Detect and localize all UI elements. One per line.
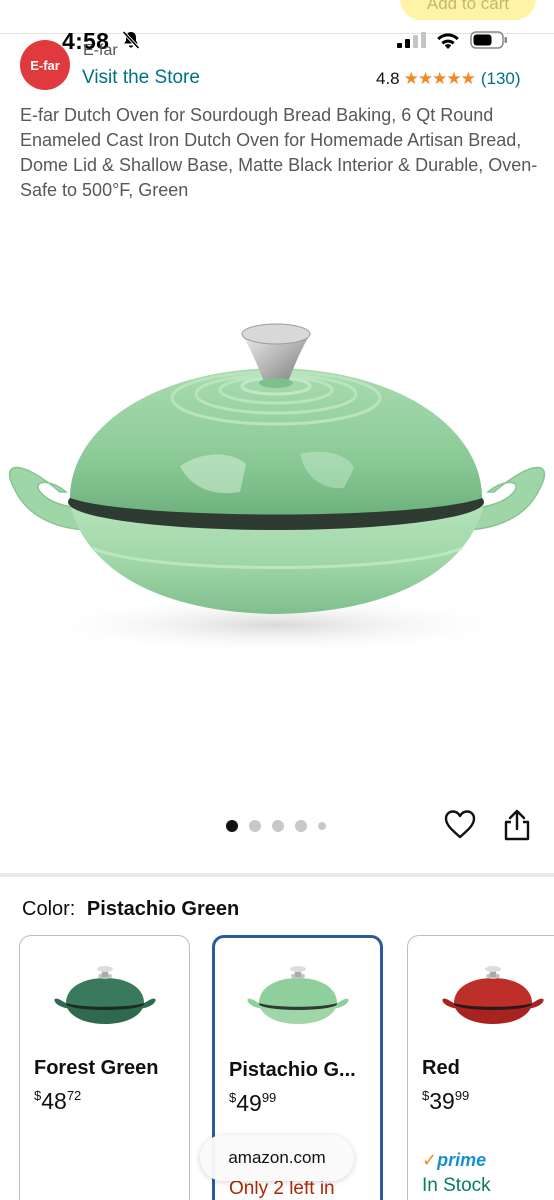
brand-name: E-far — [83, 42, 118, 59]
stock-status: Only 2 left in — [229, 1178, 335, 1199]
color-option-red[interactable]: Red $3999 ✓prime In Stock — [407, 935, 554, 1200]
star-rating-icon: ★★★★★ — [403, 69, 476, 88]
rating-value: 4.8 — [376, 69, 400, 88]
carousel-dot[interactable] — [249, 820, 261, 832]
brand-logo[interactable]: E-far — [20, 40, 70, 90]
option-price: $4872 — [34, 1088, 82, 1114]
option-name: Red — [422, 1057, 460, 1079]
silent-bell-icon — [122, 30, 140, 50]
cellular-signal-icon — [397, 32, 426, 48]
color-label: Color: — [22, 898, 76, 920]
pistachio-green-pot-thumbnail — [247, 966, 349, 1024]
prime-check-icon: ✓ — [422, 1150, 438, 1170]
visit-store-link[interactable]: Visit the Store — [82, 67, 200, 89]
prime-badge: ✓prime — [422, 1150, 487, 1170]
brand-logo-text: E-far — [30, 57, 60, 73]
stock-status: In Stock — [422, 1175, 491, 1196]
selected-color-name: Pistachio Green — [86, 898, 240, 920]
option-price: $4999 — [229, 1090, 277, 1116]
carousel-dot[interactable] — [318, 822, 326, 830]
color-option-forest-green[interactable]: Forest Green $4872 — [19, 935, 190, 1200]
wifi-icon — [437, 33, 459, 49]
image-carousel-dots[interactable] — [226, 820, 326, 832]
carousel-dot[interactable] — [226, 820, 238, 832]
option-price: $3999 — [422, 1088, 470, 1114]
carousel-dot[interactable] — [295, 820, 307, 832]
add-to-cart-button[interactable]: Add to cart — [400, 0, 536, 20]
browser-url-pill[interactable]: amazon.com — [200, 1135, 354, 1181]
heart-icon[interactable] — [443, 808, 477, 842]
color-label-row: Color: Pistachio Green — [22, 898, 239, 921]
red-pot-thumbnail — [442, 966, 544, 1024]
option-name: Pistachio G... — [229, 1059, 356, 1081]
product-title: E-far Dutch Oven for Sourdough Bread Bak… — [20, 105, 538, 200]
forest-green-pot-thumbnail — [54, 966, 156, 1024]
option-name: Forest Green — [34, 1057, 159, 1079]
battery-icon — [470, 31, 507, 49]
rating-summary[interactable]: 4.8 ★★★★★ (130) — [376, 69, 521, 89]
product-image[interactable] — [0, 230, 554, 790]
section-divider — [0, 873, 554, 877]
share-icon[interactable] — [502, 808, 532, 842]
rating-count[interactable]: (130) — [481, 69, 521, 89]
carousel-dot[interactable] — [272, 820, 284, 832]
